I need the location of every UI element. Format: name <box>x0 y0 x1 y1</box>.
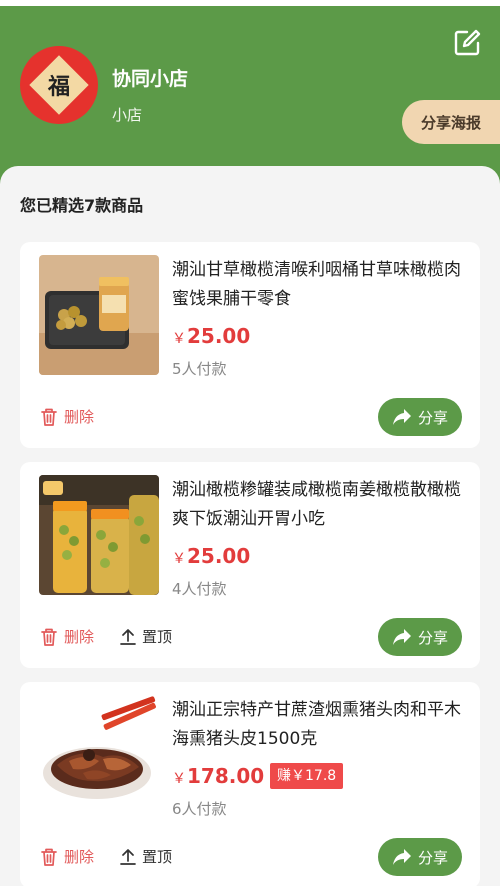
edit-icon[interactable] <box>452 28 482 58</box>
share-label: 分享 <box>417 848 448 867</box>
product-panel: 您已精选7款商品 潮汕甘草橄榄清喉利咽桶甘草味橄榄肉蜜饯果脯干零食 ￥25.00… <box>0 166 500 886</box>
pin-top-icon <box>120 628 136 645</box>
share-button[interactable]: 分享 <box>378 618 462 656</box>
product-card[interactable]: 潮汕甘草橄榄清喉利咽桶甘草味橄榄肉蜜饯果脯干零食 ￥25.00 5人付款 删除 … <box>20 242 480 448</box>
product-image-olive-tray[interactable] <box>39 255 159 375</box>
shop-subtitle: 小店 <box>112 106 143 124</box>
shop-avatar[interactable]: 福 <box>20 46 98 124</box>
trash-icon <box>41 848 57 866</box>
share-label: 分享 <box>417 408 448 427</box>
delete-button[interactable]: 删除 <box>40 406 94 427</box>
sold-count: 4人付款 <box>172 580 227 598</box>
sold-count: 6人付款 <box>172 800 227 818</box>
product-image-olive-jars[interactable] <box>39 475 159 595</box>
selected-count-heading: 您已精选7款商品 <box>20 196 144 215</box>
product-card[interactable]: 潮汕正宗特产甘蔗渣烟熏猪头肉和平木海熏猪头皮1500克 ￥178.00 赚￥17… <box>20 682 480 886</box>
product-image-smoked-pork[interactable] <box>39 695 159 815</box>
share-label: 分享 <box>417 628 448 647</box>
trash-icon <box>41 628 57 646</box>
delete-label: 删除 <box>64 848 95 866</box>
share-arrow-icon <box>392 409 411 425</box>
sold-count: 5人付款 <box>172 360 227 378</box>
pin-top-button[interactable]: 置顶 <box>120 626 172 647</box>
product-price: ￥25.00 <box>172 324 251 348</box>
product-card[interactable]: 潮汕橄榄糁罐装咸橄榄南姜橄榄散橄榄爽下饭潮汕开胃小吃 ￥25.00 4人付款 删… <box>20 462 480 668</box>
pin-label: 置顶 <box>142 628 173 646</box>
product-price: ￥25.00 <box>172 544 251 568</box>
delete-button[interactable]: 删除 <box>40 846 94 867</box>
pin-top-icon <box>120 848 136 865</box>
share-arrow-icon <box>392 629 411 645</box>
product-title[interactable]: 潮汕甘草橄榄清喉利咽桶甘草味橄榄肉蜜饯果脯干零食 <box>172 256 462 314</box>
delete-button[interactable]: 删除 <box>40 626 94 647</box>
trash-icon <box>41 408 57 426</box>
product-title[interactable]: 潮汕正宗特产甘蔗渣烟熏猪头肉和平木海熏猪头皮1500克 <box>172 696 462 754</box>
avatar-char: 福 <box>47 73 71 100</box>
delete-label: 删除 <box>64 628 95 646</box>
shop-name: 协同小店 <box>112 68 189 90</box>
product-title[interactable]: 潮汕橄榄糁罐装咸橄榄南姜橄榄散橄榄爽下饭潮汕开胃小吃 <box>172 476 462 534</box>
delete-label: 删除 <box>64 408 95 426</box>
pin-label: 置顶 <box>142 848 173 866</box>
fu-emblem: 福 <box>29 55 89 115</box>
share-button[interactable]: 分享 <box>378 398 462 436</box>
commission-badge: 赚￥17.8 <box>270 763 344 789</box>
share-arrow-icon <box>392 849 411 865</box>
product-price: ￥178.00 <box>172 764 265 788</box>
pin-top-button[interactable]: 置顶 <box>120 846 172 867</box>
share-button[interactable]: 分享 <box>378 838 462 876</box>
share-poster-button[interactable]: 分享海报 <box>402 100 500 144</box>
